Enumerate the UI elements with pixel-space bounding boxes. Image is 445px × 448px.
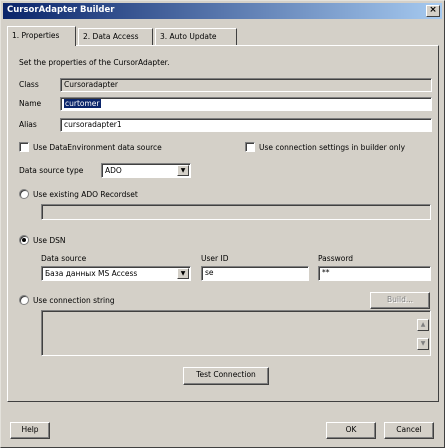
name-value: curtomer xyxy=(64,99,101,108)
class-label: Class xyxy=(19,80,39,89)
use-connection-builder-checkbox[interactable] xyxy=(245,142,255,152)
instruction-text: Set the properties of the CursorAdapter. xyxy=(19,58,170,67)
use-dataenvironment-label: Use DataEnvironment data source xyxy=(33,143,162,152)
help-button[interactable]: Help xyxy=(10,422,50,439)
data-source-type-combo[interactable]: ADO ▼ xyxy=(101,163,191,178)
cursoradapter-builder-window: CursorAdapter Builder × 1. Properties 2.… xyxy=(0,0,445,448)
ado-recordset-field xyxy=(41,204,431,220)
data-source-combo[interactable]: База данных MS Access ▼ xyxy=(41,266,191,281)
data-source-type-label: Data source type xyxy=(19,166,84,175)
use-existing-ado-label: Use existing ADO Recordset xyxy=(33,190,138,199)
password-label: Password xyxy=(318,254,354,263)
data-source-type-value: ADO xyxy=(105,166,122,175)
use-connection-string-label: Use connection string xyxy=(33,296,115,305)
tab-data-access[interactable]: 2. Data Access xyxy=(78,28,153,45)
test-connection-button[interactable]: Test Connection xyxy=(183,367,269,385)
tab-auto-update[interactable]: 3. Auto Update xyxy=(155,28,237,45)
properties-panel: Set the properties of the CursorAdapter.… xyxy=(7,45,439,402)
scroll-up-icon[interactable]: ▲ xyxy=(417,319,429,331)
chevron-down-icon[interactable]: ▼ xyxy=(177,268,189,279)
cancel-button[interactable]: Cancel xyxy=(384,422,434,439)
use-dataenvironment-checkbox[interactable] xyxy=(19,142,29,152)
class-field: Cursoradapter xyxy=(60,78,432,92)
build-button[interactable]: Build... xyxy=(370,292,430,309)
radio-selected-dot xyxy=(22,238,26,242)
use-connection-string-radio[interactable] xyxy=(19,295,29,305)
data-source-value: База данных MS Access xyxy=(45,269,138,278)
tab-properties[interactable]: 1. Properties xyxy=(7,26,76,46)
connection-string-area[interactable]: ▲ ▼ xyxy=(41,310,431,356)
ok-button[interactable]: OK xyxy=(326,422,376,439)
alias-label: Alias xyxy=(19,120,37,129)
use-connection-builder-label: Use connection settings in builder only xyxy=(259,143,406,152)
use-existing-ado-radio[interactable] xyxy=(19,189,29,199)
close-icon[interactable]: × xyxy=(426,5,440,17)
alias-field[interactable]: cursoradapter1 xyxy=(60,118,432,132)
name-field[interactable]: curtomer xyxy=(60,97,432,111)
name-label: Name xyxy=(19,99,42,108)
use-dsn-label: Use DSN xyxy=(33,236,66,245)
data-source-label: Data source xyxy=(41,254,87,263)
user-id-field[interactable]: se xyxy=(201,266,309,281)
scroll-down-icon[interactable]: ▼ xyxy=(417,338,429,350)
window-title: CursorAdapter Builder xyxy=(7,5,115,15)
password-field[interactable]: ** xyxy=(318,266,431,281)
user-id-label: User ID xyxy=(201,254,229,263)
chevron-down-icon[interactable]: ▼ xyxy=(177,165,189,176)
title-bar: CursorAdapter Builder × xyxy=(3,3,442,19)
use-dsn-radio[interactable] xyxy=(19,235,29,245)
